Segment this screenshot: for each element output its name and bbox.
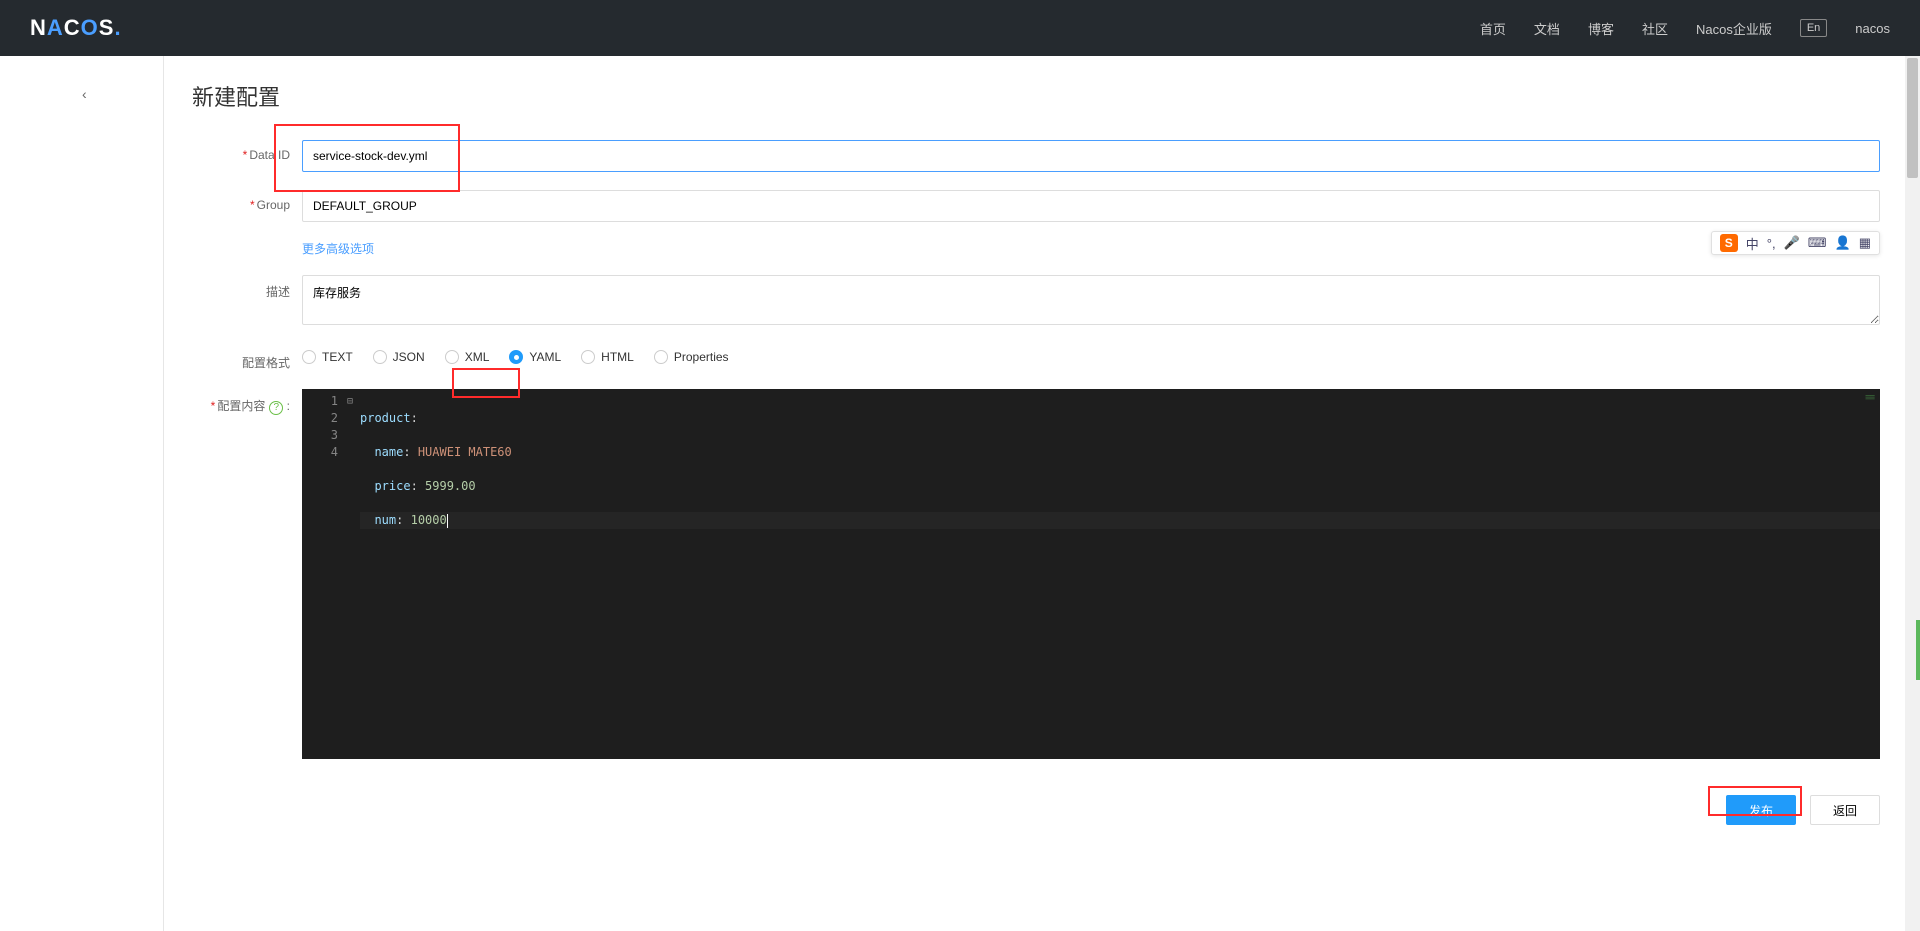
format-yaml[interactable]: YAML: [509, 350, 561, 364]
top-nav: 首页 文档 博客 社区 Nacos企业版 En nacos: [1480, 19, 1890, 38]
label-data-id: *Data ID: [192, 140, 302, 162]
ime-user-icon[interactable]: 👤: [1835, 235, 1851, 251]
nav-community[interactable]: 社区: [1642, 19, 1668, 38]
editor-gutter: 1 2 3 4: [302, 389, 344, 759]
nav-home[interactable]: 首页: [1480, 19, 1506, 38]
minimap-icon: ≡≡: [1865, 393, 1874, 403]
sidebar: ‹: [0, 56, 164, 931]
label-content: *配置内容? :: [192, 389, 302, 415]
page-title: 新建配置: [192, 80, 1880, 112]
back-button[interactable]: 返回: [1810, 795, 1880, 825]
logo-char: S: [99, 15, 115, 40]
format-html[interactable]: HTML: [581, 350, 634, 364]
ime-keyboard-icon[interactable]: ⌨: [1808, 235, 1827, 251]
code-editor[interactable]: 1 2 3 4 ⊟ product: name: HUAWEI MATE60 p…: [302, 389, 1880, 759]
logo-char: O: [81, 15, 99, 40]
publish-button[interactable]: 发布: [1726, 795, 1796, 825]
label-format: 配置格式: [192, 346, 302, 371]
row-content: *配置内容? : 1 2 3 4 ⊟ product: name: HUAWEI…: [192, 389, 1880, 759]
nav-blog[interactable]: 博客: [1588, 19, 1614, 38]
logo-char: A: [47, 15, 64, 40]
row-data-id: *Data ID: [192, 140, 1880, 172]
main-content: 新建配置 *Data ID *Group 更多高级选项 描述 库存: [164, 56, 1920, 931]
more-options-link[interactable]: 更多高级选项: [302, 242, 374, 256]
accent-bar: [1916, 620, 1920, 680]
row-more: 更多高级选项: [192, 240, 1880, 257]
logo: NACOS.: [30, 15, 122, 41]
ime-lang-icon[interactable]: 中: [1746, 234, 1759, 253]
nav-docs[interactable]: 文档: [1534, 19, 1560, 38]
label-group: *Group: [192, 190, 302, 212]
page-scrollbar[interactable]: [1905, 56, 1920, 931]
top-header: NACOS. 首页 文档 博客 社区 Nacos企业版 En nacos: [0, 0, 1920, 56]
label-description: 描述: [192, 275, 302, 300]
editor-code[interactable]: product: name: HUAWEI MATE60 price: 5999…: [302, 389, 1880, 563]
row-group: *Group: [192, 190, 1880, 222]
format-properties[interactable]: Properties: [654, 350, 729, 364]
ime-grid-icon[interactable]: ▦: [1859, 235, 1871, 251]
footer-actions: 发布 返回: [192, 777, 1880, 825]
ime-logo-icon: S: [1720, 234, 1738, 252]
sidebar-collapse-icon[interactable]: ‹: [82, 86, 87, 102]
format-radio-group: TEXT JSON XML YAML HTML Properties: [302, 346, 1880, 364]
description-textarea[interactable]: 库存服务: [302, 275, 1880, 325]
data-id-input[interactable]: [302, 140, 1880, 172]
lang-toggle[interactable]: En: [1800, 19, 1827, 37]
row-description: 描述 库存服务: [192, 275, 1880, 328]
group-input[interactable]: [302, 190, 1880, 222]
ime-toolbar[interactable]: S 中 °, 🎤 ⌨ 👤 ▦: [1711, 231, 1880, 255]
nav-enterprise[interactable]: Nacos企业版: [1696, 19, 1772, 38]
format-json[interactable]: JSON: [373, 350, 425, 364]
fold-icon[interactable]: ⊟: [344, 393, 356, 410]
ime-punct-icon[interactable]: °,: [1767, 236, 1776, 251]
nav-user[interactable]: nacos: [1855, 21, 1890, 36]
format-xml[interactable]: XML: [445, 350, 490, 364]
logo-char: C: [64, 15, 81, 40]
logo-char: N: [30, 15, 47, 40]
format-text[interactable]: TEXT: [302, 350, 353, 364]
ime-mic-icon[interactable]: 🎤: [1784, 235, 1800, 251]
logo-dot: .: [114, 15, 121, 40]
row-format: 配置格式 TEXT JSON XML YAML HTML Properties: [192, 346, 1880, 371]
help-icon[interactable]: ?: [269, 401, 283, 415]
